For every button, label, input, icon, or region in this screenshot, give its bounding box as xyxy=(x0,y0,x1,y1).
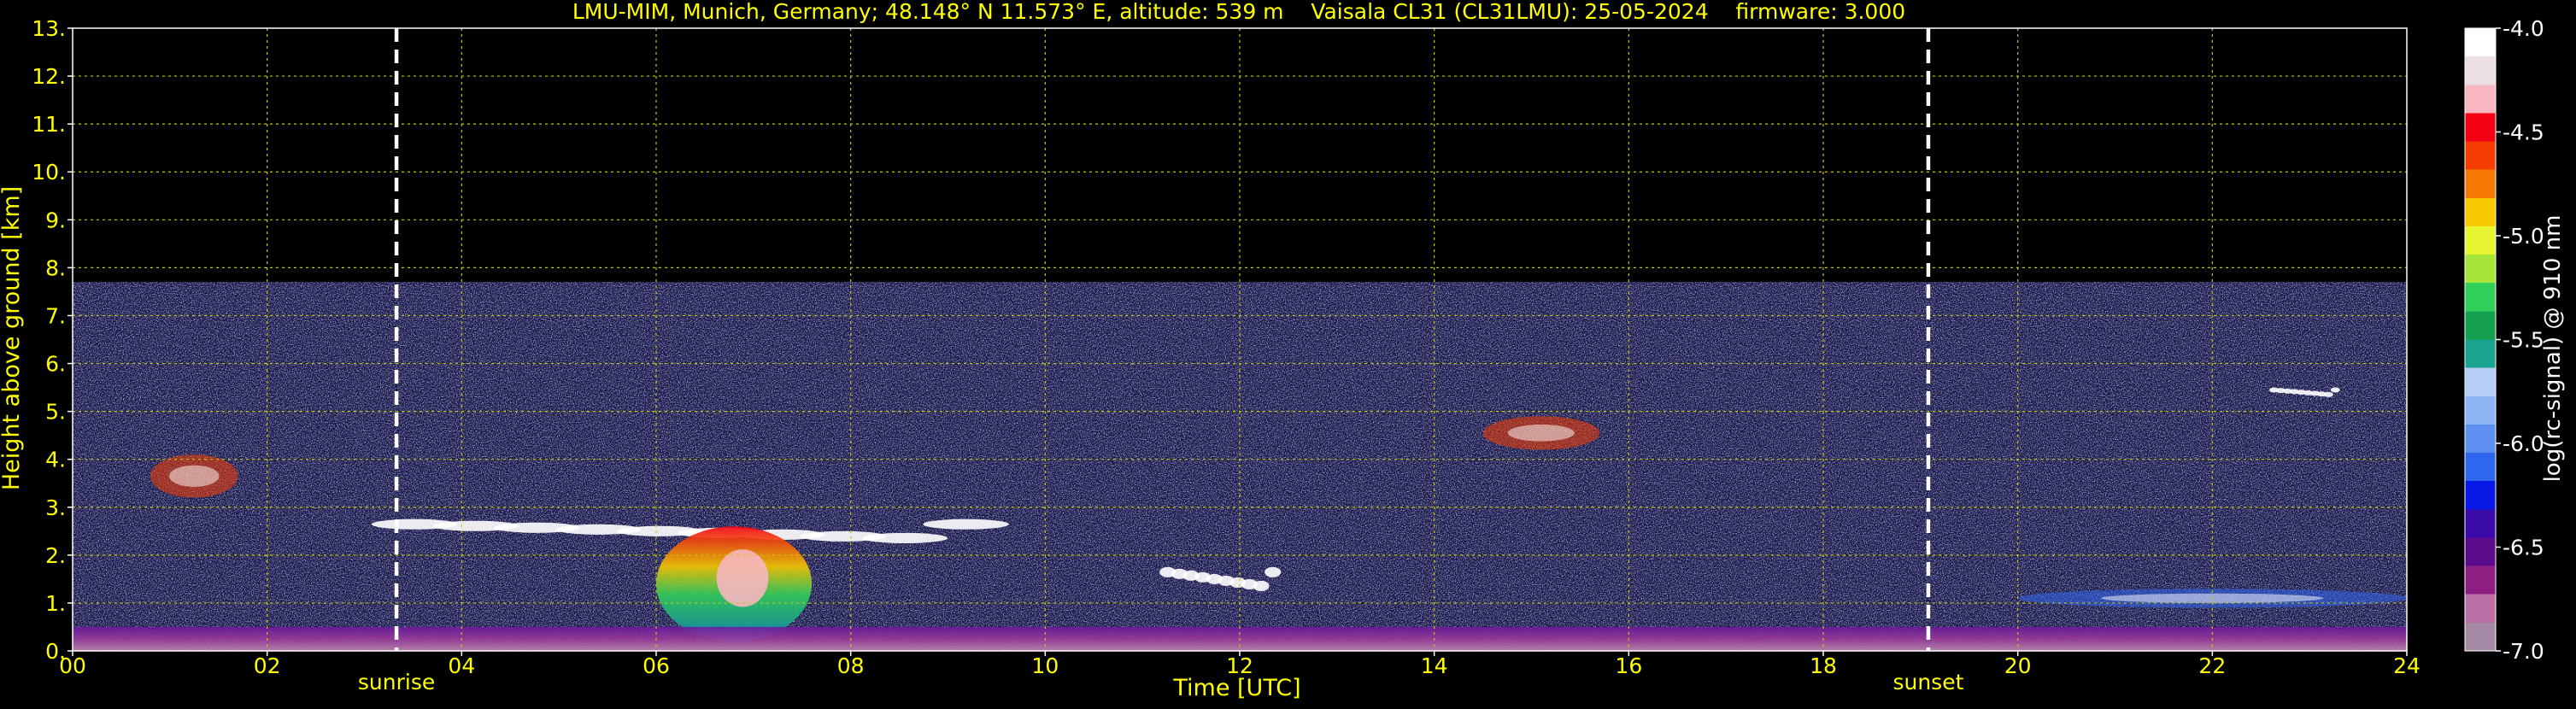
y-tick-label: 1. xyxy=(45,591,66,616)
feature-cloud-layer xyxy=(923,519,1009,530)
marker-label-sunset: sunset xyxy=(1892,670,1963,694)
y-tick-label: 10. xyxy=(32,160,66,185)
y-tick-label: 7. xyxy=(45,303,66,328)
x-tick-label: 24 xyxy=(2393,653,2421,678)
y-tick-label: 3. xyxy=(45,495,66,520)
y-axis-ticks: 0.1.2.3.4.5.6.7.8.9.10.11.12.13. xyxy=(32,16,73,664)
x-tick-label: 04 xyxy=(448,653,475,678)
plot-area: sunrise sunset xyxy=(72,27,2408,694)
colorbar-tick-label: -4.0 xyxy=(2503,16,2544,41)
x-tick-label: 06 xyxy=(643,653,670,678)
colorbar-tick-label: -7.0 xyxy=(2503,639,2544,664)
ceilometer-chart: sunrise sunset 0.1.2.3.4.5.6.7.8.9.10.11.… xyxy=(0,0,2566,701)
colorbar-tick-label: -5.5 xyxy=(2503,328,2544,353)
x-tick-label: 16 xyxy=(1615,653,1642,678)
page: sunrise sunset 0. 1. 2. 3. 4. 5. 6. 7. 8. 9. 10. 11.… xyxy=(0,0,2576,706)
colorbar-tick-label: -6.5 xyxy=(2503,536,2544,560)
y-tick-label: 4. xyxy=(45,448,66,472)
x-tick-label: 22 xyxy=(2198,653,2226,678)
x-tick-label: 08 xyxy=(837,653,865,678)
y-tick-label: 6. xyxy=(45,352,66,377)
y-tick-label: 13. xyxy=(32,16,66,41)
colorbar-label: log(rc-signal) @ 910 nm xyxy=(2540,215,2566,483)
x-tick-label: 20 xyxy=(2004,653,2032,678)
x-tick-label: 10 xyxy=(1031,653,1059,678)
y-tick-label: 9. xyxy=(45,208,66,232)
y-tick-label: 12. xyxy=(32,64,66,89)
x-tick-label: 00 xyxy=(59,653,86,678)
feature-cloud-layer xyxy=(1265,566,1282,577)
y-tick-label: 2. xyxy=(45,543,66,568)
y-tick-label: 11. xyxy=(32,112,66,137)
colorbar-scale xyxy=(2464,27,2497,652)
y-tick-label: 8. xyxy=(45,255,66,280)
colorbar-tick-label: -6.0 xyxy=(2503,431,2544,456)
feature-cloud-layer xyxy=(2323,391,2333,397)
x-tick-label: 14 xyxy=(1421,653,1448,678)
feature-cloud-layer xyxy=(2330,387,2340,393)
y-axis-label: Height above ground [km] xyxy=(0,186,25,490)
feature-cloud-layer xyxy=(1253,580,1270,592)
feature-aerosol-patch-core xyxy=(169,465,220,487)
y-tick-label: 5. xyxy=(45,400,66,425)
feature-convective-plume-core xyxy=(716,549,769,607)
x-axis-label: Time [UTC] xyxy=(1172,675,1300,701)
chart-title: LMU-MIM, Munich, Germany; 48.148° N 11.5… xyxy=(572,0,1905,24)
colorbar-tick-label: -4.5 xyxy=(2503,120,2544,145)
x-tick-label: 02 xyxy=(254,653,281,678)
feature-cloud-layer xyxy=(861,532,948,543)
colorbar: -4.0 -4.5 -5.0 -5.5 -6.0 -6.5 -7.0 log(rc-sign… xyxy=(2464,16,2566,664)
feature-aerosol-patch-core xyxy=(1507,425,1575,442)
marker-label-sunrise: sunrise xyxy=(358,670,435,694)
colorbar-tick-label: -5.0 xyxy=(2503,224,2544,249)
x-tick-label: 18 xyxy=(1810,653,1837,678)
colorbar-ticks: -4.0 -4.5 -5.0 -5.5 -6.0 -6.5 -7.0 xyxy=(2496,16,2544,664)
